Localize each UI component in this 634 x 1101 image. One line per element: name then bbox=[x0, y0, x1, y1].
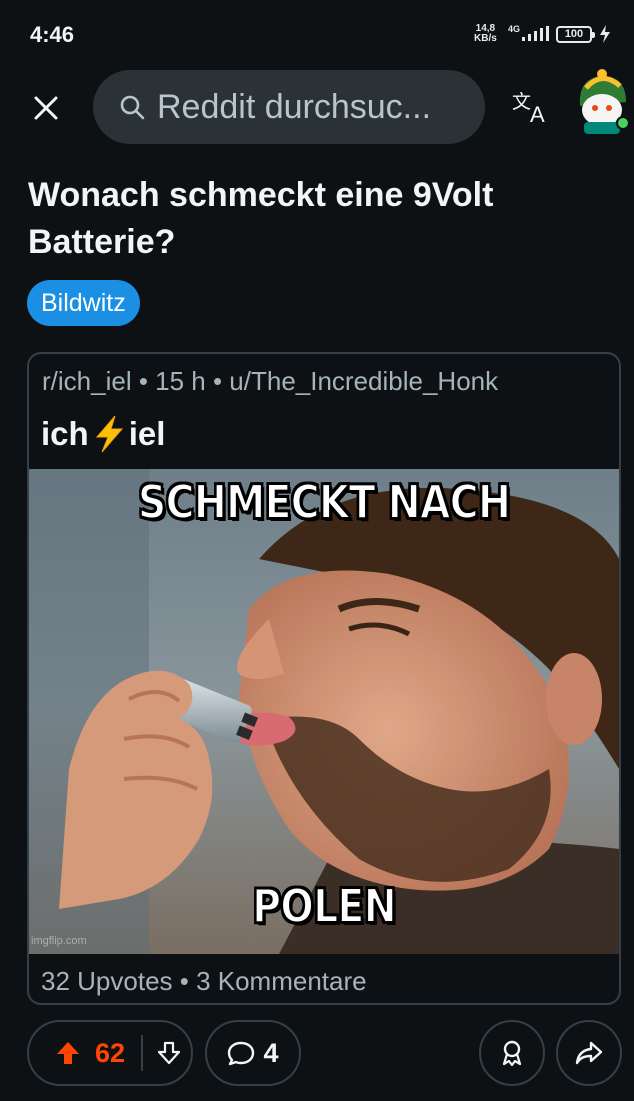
vote-control: 62 bbox=[27, 1020, 193, 1086]
crosspost-stats: 32 Upvotes • 3 Kommentare bbox=[41, 966, 367, 996]
translate-button[interactable]: 文 A bbox=[510, 88, 554, 128]
meme-bottom-text: POLEN bbox=[251, 878, 397, 934]
crosspost-title: ich iel bbox=[41, 415, 166, 453]
svg-text:文: 文 bbox=[512, 91, 531, 113]
vote-divider bbox=[141, 1035, 143, 1071]
award-button[interactable] bbox=[479, 1020, 545, 1086]
meme-top-text: SCHMECKT NACH bbox=[137, 474, 512, 530]
network-type: 4G bbox=[508, 24, 521, 34]
close-button[interactable] bbox=[22, 84, 70, 132]
award-icon bbox=[502, 1040, 522, 1067]
post-title: Wonach schmeckt eine 9Volt Batterie? bbox=[28, 176, 494, 261]
vote-count: 62 bbox=[95, 1037, 126, 1068]
status-bar: 4:46 14,8 KB/s 4G 100 bbox=[0, 0, 634, 68]
upvote-arrow-icon bbox=[57, 1042, 79, 1064]
imgflip-watermark: imgflip.com bbox=[31, 935, 87, 947]
status-time: 4:46 bbox=[30, 22, 75, 47]
comment-count: 4 bbox=[263, 1037, 279, 1068]
downvote-arrow-icon bbox=[157, 1041, 181, 1065]
close-icon bbox=[34, 96, 58, 120]
search-input[interactable] bbox=[157, 87, 457, 127]
snoo-avatar-icon bbox=[579, 69, 630, 134]
comment-bubble-icon bbox=[228, 1041, 255, 1066]
upvote-button[interactable] bbox=[45, 1030, 91, 1076]
battery-icon: 100 bbox=[556, 26, 595, 43]
search-bar[interactable] bbox=[93, 70, 485, 144]
search-icon bbox=[120, 95, 145, 120]
crosspost-meta[interactable]: r/ich_iel • 15 h • u/The_Incredible_Honk bbox=[42, 366, 498, 397]
downvote-button[interactable] bbox=[147, 1030, 191, 1076]
charging-icon bbox=[600, 25, 610, 43]
signal-icon bbox=[522, 26, 549, 41]
crosspost-card[interactable]: r/ich_iel • 15 h • u/The_Incredible_Honk… bbox=[27, 352, 621, 1005]
meme-image[interactable]: SCHMECKT NACH POLEN imgflip.com bbox=[29, 469, 619, 954]
user-avatar[interactable] bbox=[574, 66, 632, 136]
post-flair[interactable]: Bildwitz bbox=[27, 280, 140, 326]
network-speed: 14,8 KB/s bbox=[474, 23, 497, 44]
comments-button[interactable]: 4 bbox=[205, 1020, 301, 1086]
share-arrow-icon bbox=[575, 1041, 603, 1065]
lightning-bolt-icon bbox=[95, 415, 123, 453]
svg-text:A: A bbox=[530, 102, 545, 127]
translate-icon: 文 A bbox=[512, 91, 545, 127]
share-button[interactable] bbox=[556, 1020, 622, 1086]
